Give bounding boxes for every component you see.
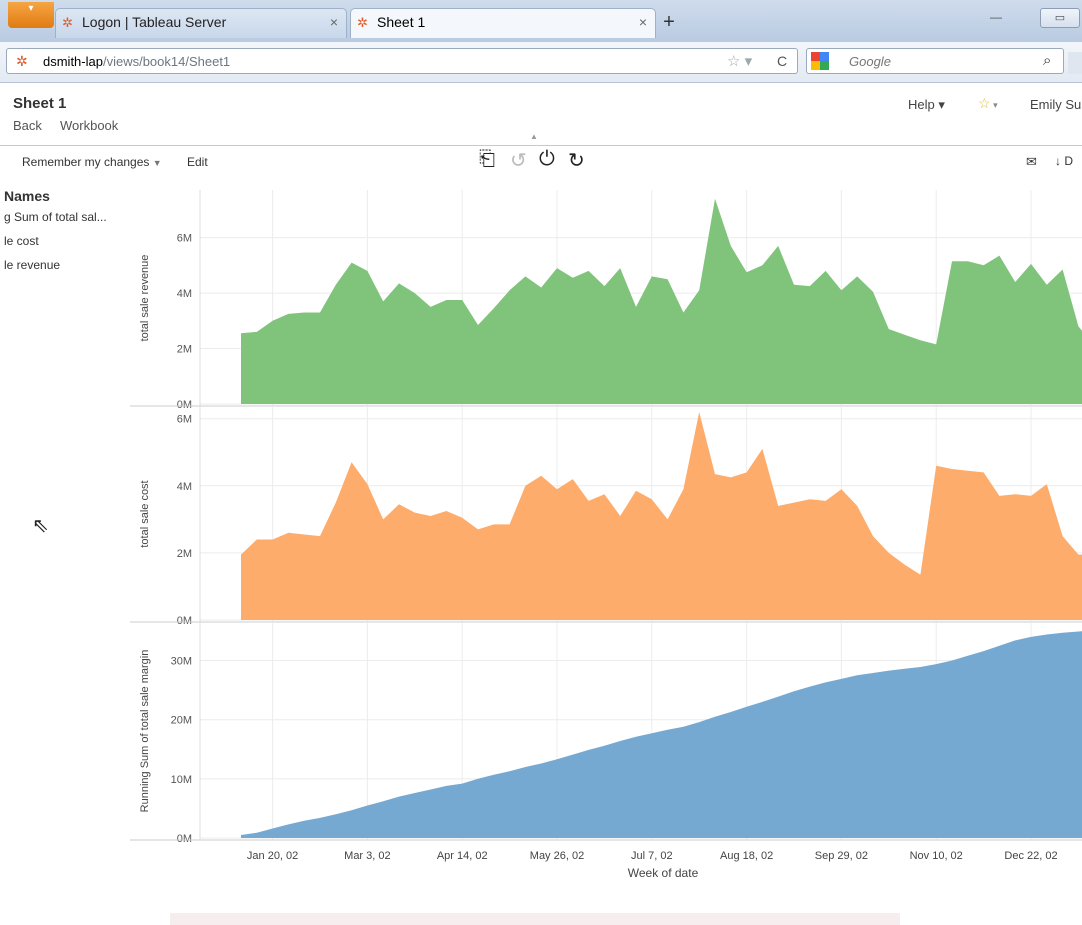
- y-axis-label: Running Sum of total sale margin: [139, 650, 151, 813]
- x-tick-label: Sep 29, 02: [815, 850, 868, 862]
- y-tick-label: 2M: [177, 548, 192, 560]
- y-axis-label: total sale revenue: [139, 255, 151, 342]
- y-tick-label: 0M: [177, 615, 192, 627]
- x-tick-label: Aug 18, 02: [720, 850, 773, 862]
- x-tick-label: Mar 3, 02: [344, 850, 390, 862]
- y-tick-label: 0M: [177, 833, 192, 845]
- y-tick-label: 30M: [171, 656, 192, 668]
- y-tick-label: 0M: [177, 399, 192, 411]
- area-chart: 0M 2M 4M 6M total sale revenue 0M 2M 4M 6M total …: [130, 190, 1082, 880]
- x-tick-label: Apr 14, 02: [437, 850, 488, 862]
- x-tick-label: Dec 22, 02: [1004, 850, 1057, 862]
- y-tick-label: 4M: [177, 481, 192, 493]
- scroll-area: [170, 913, 900, 925]
- y-axis-label: total sale cost: [139, 480, 151, 547]
- x-tick-label: Jul 7, 02: [631, 850, 673, 862]
- y-tick-label: 20M: [171, 715, 192, 727]
- y-tick-label: 2M: [177, 344, 192, 356]
- x-tick-label: Jan 20, 02: [247, 850, 298, 862]
- y-tick-label: 6M: [177, 414, 192, 426]
- y-tick-label: 4M: [177, 288, 192, 300]
- y-tick-label: 10M: [171, 774, 192, 786]
- y-tick-label: 6M: [177, 233, 192, 245]
- x-axis-label: Week of date: [628, 866, 699, 880]
- x-tick-label: Nov 10, 02: [910, 850, 963, 862]
- x-tick-label: May 26, 02: [530, 850, 584, 862]
